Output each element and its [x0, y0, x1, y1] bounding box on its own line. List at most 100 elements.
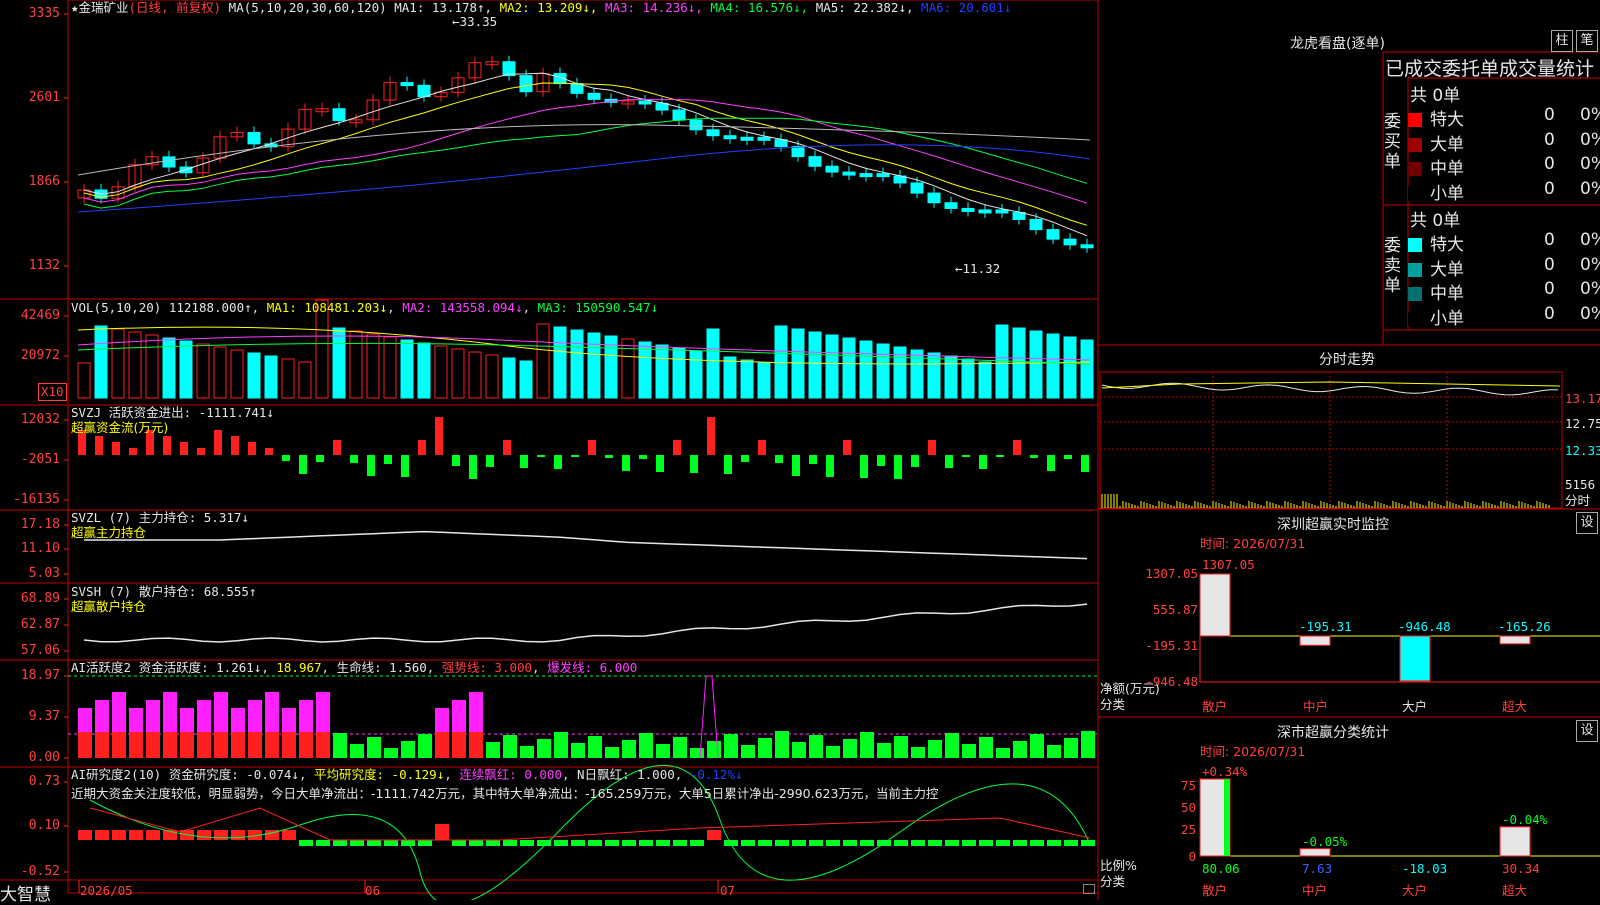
- fund-flow-bar: [367, 455, 375, 476]
- fund-flow-bar: [452, 455, 460, 466]
- research-bar: [350, 840, 364, 846]
- order-count: 0: [1544, 303, 1555, 324]
- activity-bar-top: [299, 700, 313, 732]
- order-size-label: 特大: [1430, 110, 1464, 130]
- sz-monitor-settings-button[interactable]: 设: [1576, 512, 1598, 534]
- fund-flow-bar: [945, 455, 953, 468]
- color-swatch: [1408, 238, 1422, 252]
- activity-bar-base: [214, 732, 228, 758]
- fund-flow-bar: [129, 448, 137, 455]
- fund-flow-bar: [333, 440, 341, 455]
- sz-classify-y-tick: 0: [1188, 849, 1196, 864]
- research-bar: [435, 824, 449, 840]
- vol-y-tick: 42469: [20, 308, 60, 323]
- candle: [689, 119, 703, 131]
- candle: [944, 202, 958, 209]
- activity-bar-base: [316, 732, 330, 758]
- fund-flow-bar: [486, 455, 494, 467]
- activity-bar-top: [146, 700, 160, 732]
- activity-bar-base: [248, 732, 262, 758]
- activity-bar: [656, 744, 670, 758]
- bar-view-button[interactable]: 柱: [1551, 30, 1573, 52]
- candle: [825, 165, 839, 173]
- activity-bar: [809, 735, 823, 758]
- svzj-y-tick: 12032: [20, 412, 60, 427]
- activity-bar-base: [282, 732, 296, 758]
- candle: [978, 209, 992, 214]
- color-swatch: [1408, 113, 1422, 127]
- activity-bar: [486, 742, 500, 758]
- candle: [332, 108, 346, 121]
- volume-bar: [332, 327, 346, 399]
- research-bar: [792, 840, 806, 846]
- ma-value-3: MA3: 14.236↓,: [604, 0, 711, 15]
- research-bar: [996, 840, 1010, 846]
- activity-bar: [673, 737, 687, 758]
- activity-bar-top: [435, 708, 449, 732]
- research-bar: [95, 830, 109, 840]
- order-count: 0: [1544, 129, 1555, 150]
- order-count: 0: [1544, 254, 1555, 275]
- order-count: 0: [1544, 178, 1555, 199]
- sz-classify-settings-button[interactable]: 设: [1576, 720, 1598, 742]
- volume-bar: [281, 358, 295, 399]
- activity-bar: [1047, 745, 1061, 758]
- volume-bar: [502, 357, 516, 399]
- sz-monitor-category: 超大: [1502, 699, 1528, 714]
- ai-active-y-tick: 9.37: [28, 709, 60, 724]
- kline-y-tick: 1866: [28, 174, 60, 189]
- sz-classify-bar-accent: [1224, 779, 1230, 856]
- fund-flow-bar: [588, 440, 596, 455]
- intraday-frame: [1099, 371, 1563, 509]
- research-bar: [673, 840, 687, 846]
- activity-bar: [571, 743, 585, 758]
- order-size-label: 小单: [1430, 183, 1464, 204]
- candle: [400, 82, 414, 87]
- fund-flow-bar: [520, 455, 528, 468]
- ma-values: MA1: 13.178↑, MA2: 13.209↓, MA3: 14.236↓…: [394, 0, 1011, 15]
- volume-bar: [1063, 336, 1077, 399]
- activity-bar-top: [231, 708, 245, 732]
- sz-classify-category: 散户: [1202, 883, 1228, 898]
- activity-bar-top: [469, 692, 483, 732]
- volume-bar: [706, 328, 720, 399]
- research-bar: [707, 830, 721, 840]
- activity-bar: [537, 739, 551, 758]
- research-bar: [418, 840, 432, 846]
- activity-bar-base: [435, 732, 449, 758]
- candle: [1046, 229, 1060, 240]
- fund-flow-bar: [741, 455, 749, 462]
- research-bar: [384, 840, 398, 846]
- activity-bar-top: [316, 692, 330, 732]
- sz-classify-y-tick: 75: [1180, 778, 1196, 793]
- svsh-y-tick: 62.87: [20, 617, 60, 632]
- candle: [961, 207, 975, 212]
- volume-bar: [349, 330, 363, 399]
- vol-unit: X10: [38, 383, 67, 401]
- kline-header: ★金瑞矿业(日线, 前复权) MA(5,10,20,30,60,120) MA1…: [71, 0, 1011, 16]
- fund-flow-bar: [996, 455, 1004, 457]
- activity-bar: [1081, 731, 1095, 758]
- research-bar: [1047, 840, 1061, 846]
- research-bar: [690, 840, 704, 846]
- fund-flow-bar: [469, 455, 477, 479]
- activity-bar: [911, 747, 925, 758]
- sz-classify-change: -0.04%: [1502, 812, 1548, 827]
- fund-flow-bar: [1081, 455, 1089, 472]
- volume-bar: [468, 351, 482, 399]
- research-bar: [503, 840, 517, 846]
- activity-bar-top: [248, 700, 262, 732]
- volume-bar: [859, 340, 873, 399]
- research-bar: [333, 840, 347, 846]
- activity-bar-top: [163, 692, 177, 732]
- fund-flow-bar: [707, 417, 715, 455]
- activity-bar: [979, 737, 993, 758]
- tick-view-button[interactable]: 笔: [1576, 30, 1598, 52]
- activity-bar-top: [112, 692, 126, 732]
- fund-flow-bar: [622, 455, 630, 471]
- research-bar: [775, 840, 789, 846]
- research-bar: [605, 840, 619, 846]
- research-bar: [299, 840, 313, 846]
- volume-bar: [587, 332, 601, 399]
- order-pct: 0%: [1580, 303, 1600, 324]
